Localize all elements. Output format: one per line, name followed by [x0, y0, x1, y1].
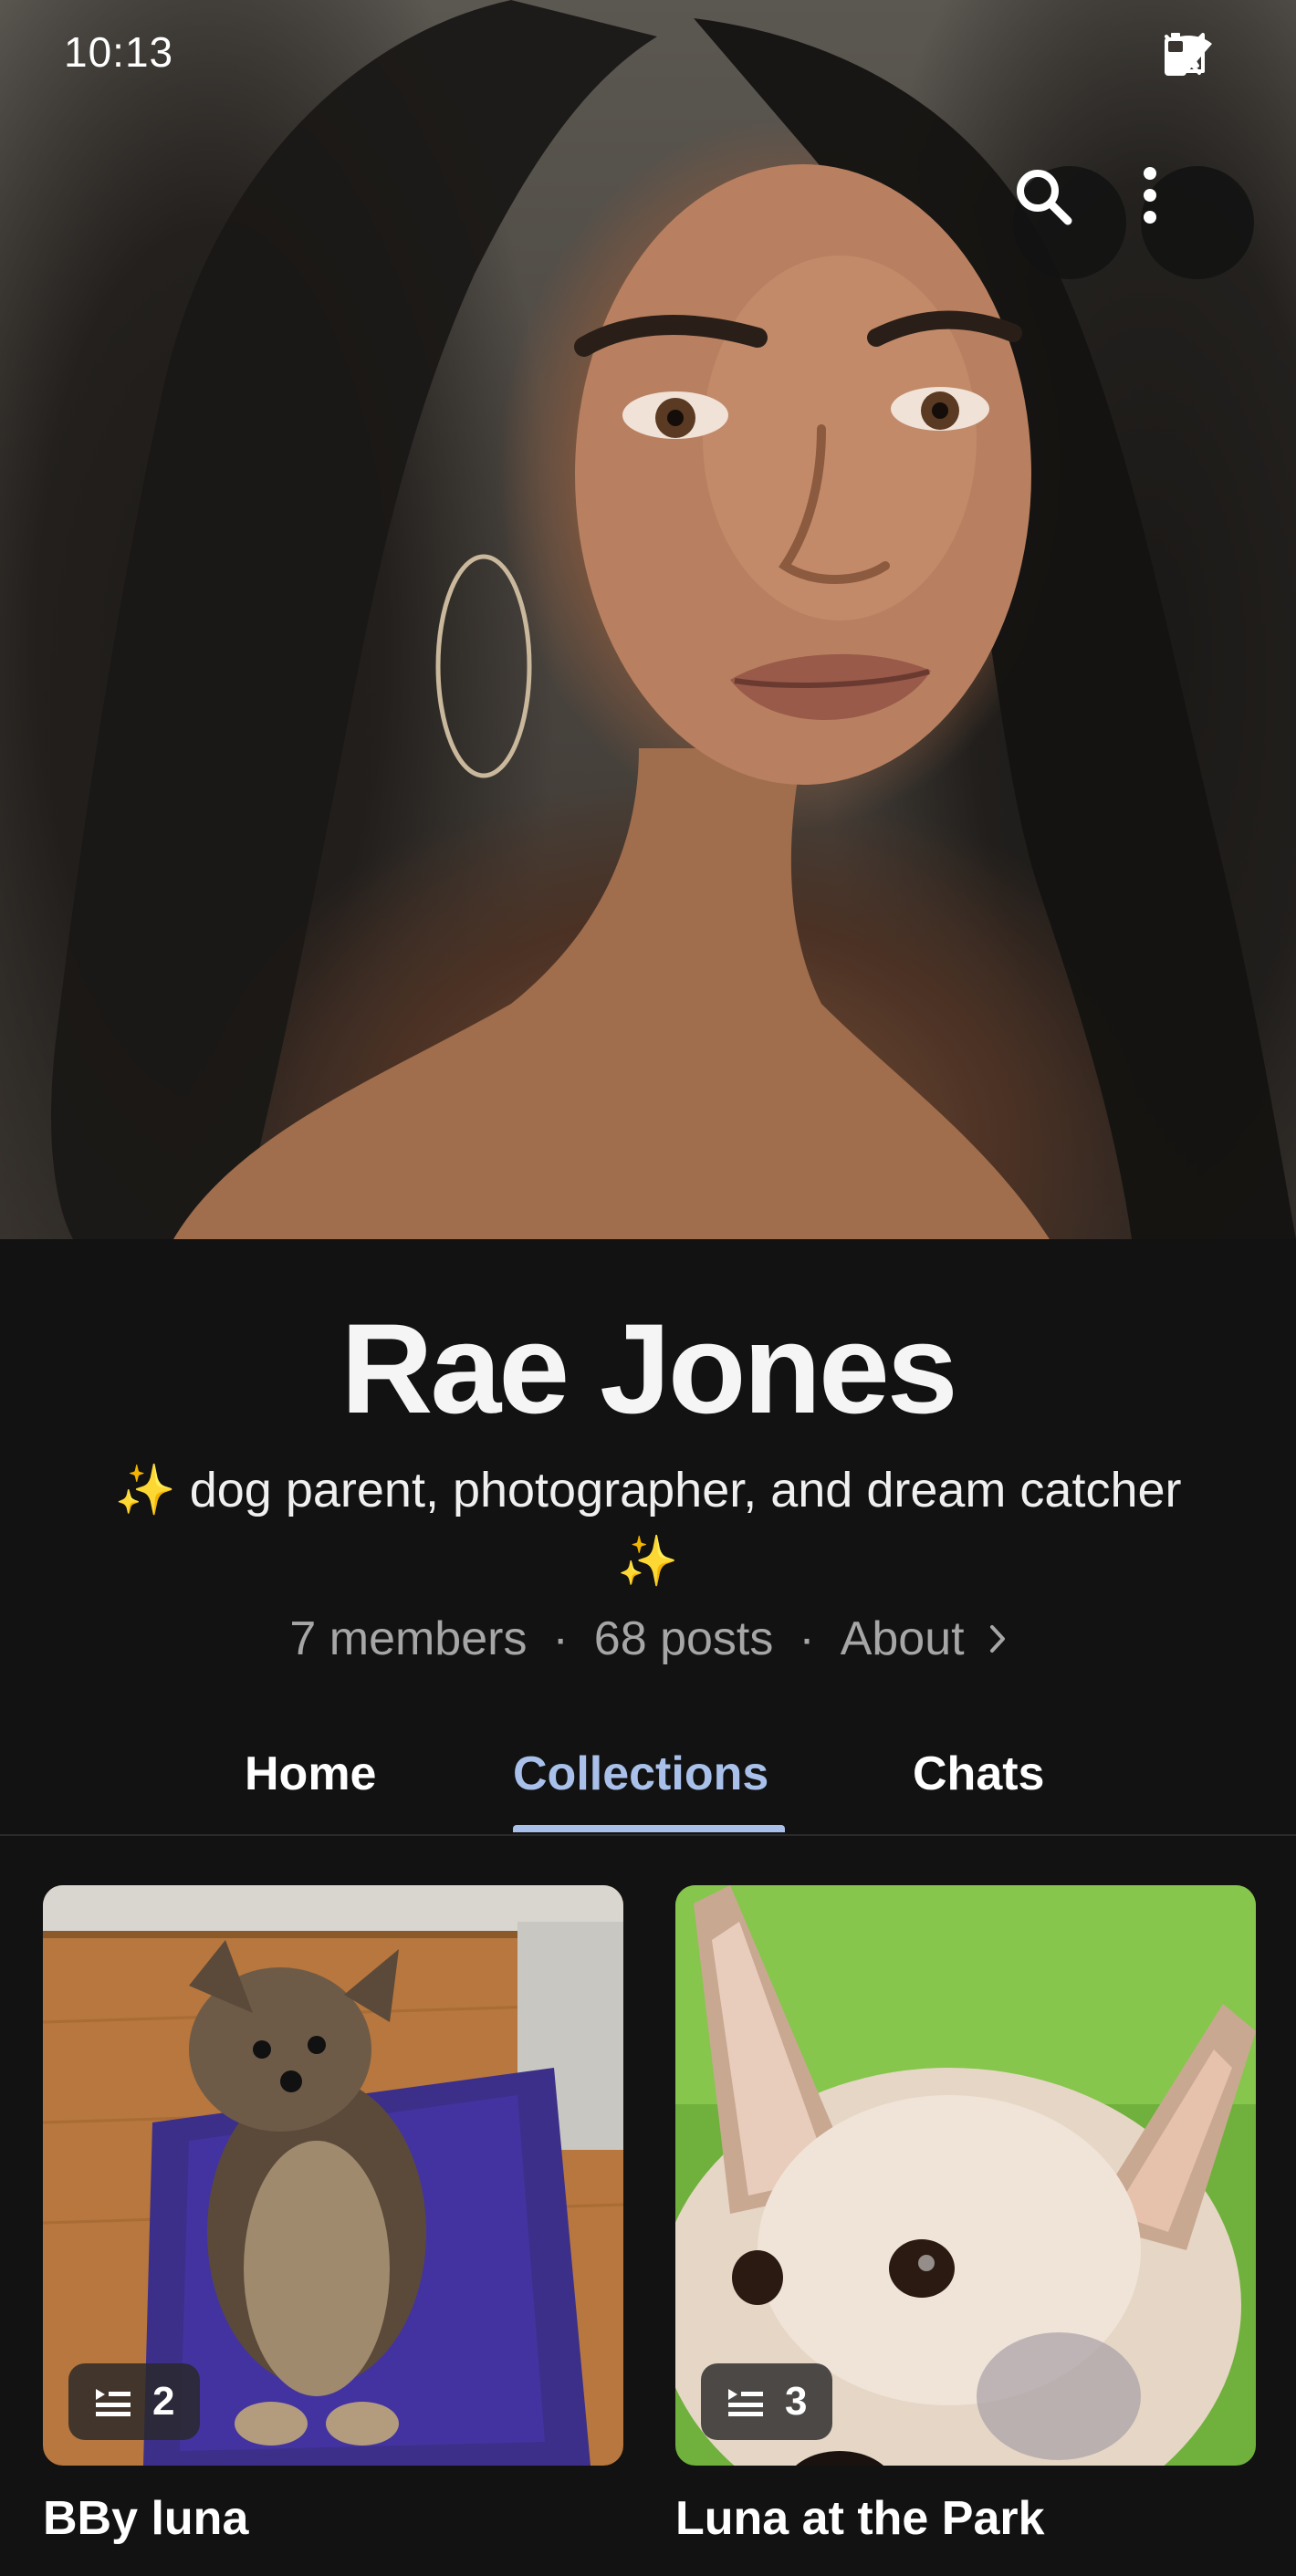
list-icon [94, 2386, 132, 2417]
status-time: 10:13 [64, 28, 174, 76]
collection-thumbnail: 2 [43, 1885, 623, 2466]
meta-separator: · [799, 1612, 815, 1665]
about-link[interactable]: About [841, 1611, 1007, 1666]
search-button[interactable] [1013, 166, 1126, 279]
posts-count: 68 posts [593, 1612, 774, 1665]
about-label: About [840, 1612, 965, 1665]
chevron-right-icon [988, 1611, 1007, 1666]
collection-thumbnail: 3 [675, 1885, 1256, 2466]
tab-chats[interactable]: Chats [913, 1747, 1044, 1801]
collection-card[interactable]: 3 Luna at the Park [675, 1885, 1256, 2546]
collection-title: Luna at the Park [675, 2492, 1045, 2545]
profile-stats: 7 members · 68 posts · About [0, 1611, 1296, 1666]
members-count[interactable]: 7 members [289, 1611, 527, 1666]
item-count-badge: 2 [68, 2363, 201, 2440]
tab-collections[interactable]: Collections [513, 1747, 768, 1801]
profile-bio: ✨ dog parent, photographer, and dream ca… [114, 1463, 1182, 1589]
profile-tabs: Home Collections Chats [0, 1734, 1296, 1836]
more-options-button[interactable] [1141, 166, 1254, 279]
status-bar: 10:13 [0, 0, 1296, 110]
collection-card[interactable]: 2 BBy luna [43, 1885, 623, 2546]
item-count-badge: 3 [701, 2363, 833, 2440]
collection-title: BBy luna [43, 2492, 249, 2545]
meta-separator: · [552, 1612, 569, 1665]
item-count: 2 [152, 2379, 175, 2424]
tab-home[interactable]: Home [245, 1747, 376, 1801]
item-count: 3 [785, 2379, 808, 2424]
selected-tab-indicator [513, 1825, 785, 1832]
list-icon [726, 2386, 765, 2417]
profile-name: Rae Jones [340, 1297, 957, 1440]
profile-cover-image: 10:13 [0, 0, 1296, 1239]
